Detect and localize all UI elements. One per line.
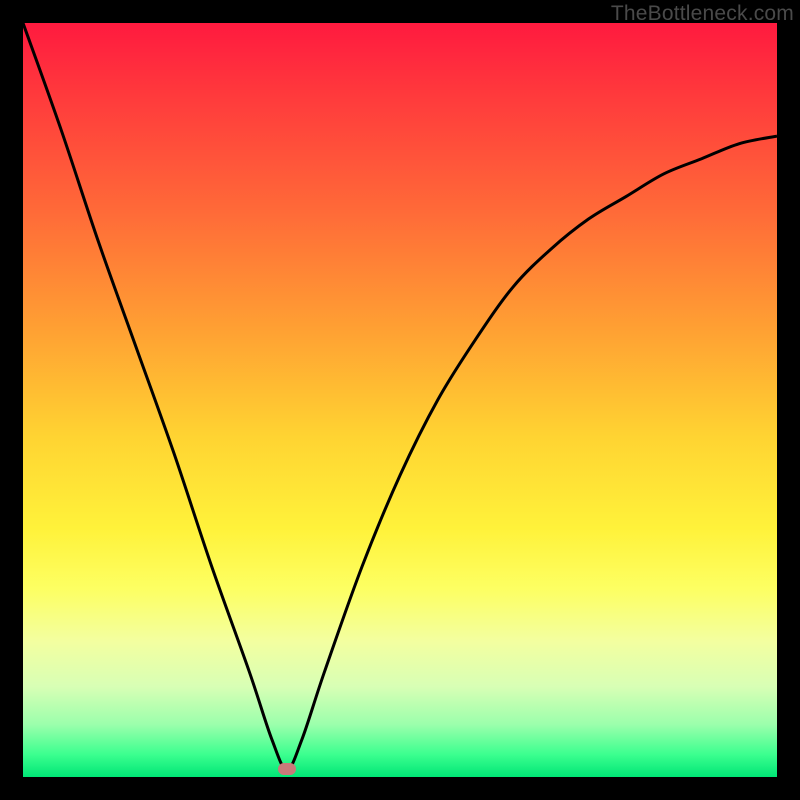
curve-svg [23, 23, 777, 777]
minimum-marker [278, 763, 296, 775]
bottleneck-curve [23, 23, 777, 769]
plot-area [23, 23, 777, 777]
chart-frame: TheBottleneck.com [0, 0, 800, 800]
